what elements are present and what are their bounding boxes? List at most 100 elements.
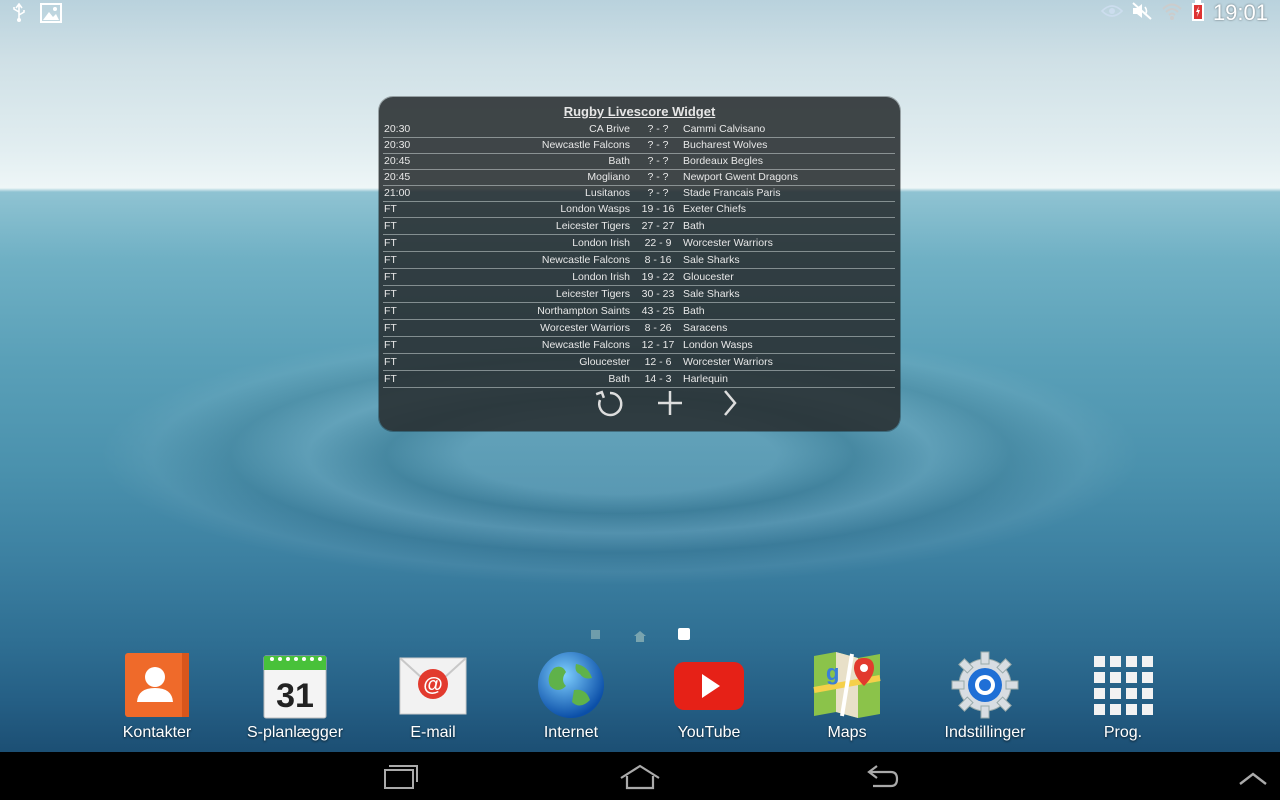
youtube-icon [674, 650, 744, 720]
expand-icon[interactable] [1228, 762, 1278, 792]
match-row[interactable]: FT Newcastle Falcons 8 - 16 Sale Sharks [383, 252, 895, 269]
match-score: 8 - 26 [644, 322, 672, 334]
match-row[interactable]: FT Northampton Saints 43 - 25 Bath [383, 303, 895, 320]
widget-title[interactable]: Rugby Livescore Widget [379, 104, 900, 119]
match-time: FT [384, 203, 397, 215]
match-score: 43 - 25 [641, 305, 675, 317]
smart-stay-eye-icon [1100, 3, 1124, 24]
app-label: Internet [543, 724, 599, 741]
add-icon[interactable] [653, 387, 687, 419]
away-team: Cammi Calvisano [683, 123, 766, 135]
email-icon: @ [398, 650, 468, 720]
away-team: Gloucester [683, 271, 734, 283]
refresh-icon[interactable] [593, 387, 627, 419]
page-dot-current[interactable] [678, 628, 690, 640]
match-row[interactable]: FT Newcastle Falcons 12 - 17 London Wasps [383, 337, 895, 354]
app-internet[interactable]: Internet [511, 650, 631, 742]
match-row[interactable]: FT Leicester Tigers 30 - 23 Sale Sharks [383, 286, 895, 303]
home-team: Bath [608, 155, 630, 167]
home-team: Newcastle Falcons [541, 139, 630, 151]
match-score: 12 - 6 [644, 356, 672, 368]
home-team: Gloucester [579, 356, 630, 368]
away-team: Bath [683, 220, 705, 232]
match-score: 19 - 22 [641, 271, 675, 283]
maps-icon: g [812, 650, 882, 720]
app-maps[interactable]: g Maps [787, 650, 907, 742]
app-label: S-planlægger [246, 724, 344, 741]
home-team: London Irish [572, 237, 630, 249]
match-score: 27 - 27 [641, 220, 675, 232]
next-icon[interactable] [713, 387, 747, 419]
match-row[interactable]: FT Bath 14 - 3 Harlequin [383, 371, 895, 388]
home-page-indicator [0, 628, 1280, 642]
match-row[interactable]: 21:00 Lusitanos ? - ? Stade Francais Paris [383, 185, 895, 202]
contacts-icon [122, 650, 192, 720]
away-team: Exeter Chiefs [683, 203, 747, 215]
match-row[interactable]: FT Worcester Warriors 8 - 26 Saracens [383, 320, 895, 337]
match-row[interactable]: FT Leicester Tigers 27 - 27 Bath [383, 218, 895, 235]
home-team: Bath [608, 373, 630, 385]
away-team: Stade Francais Paris [683, 187, 781, 199]
home-team: London Irish [572, 271, 630, 283]
match-time: FT [384, 288, 397, 300]
app-email[interactable]: @ E-mail [373, 650, 493, 742]
match-score: 12 - 17 [641, 339, 675, 351]
match-row[interactable]: 20:45 Mogliano ? - ? Newport Gwent Dragons [383, 169, 895, 186]
home-icon[interactable] [615, 762, 665, 792]
match-score: 14 - 3 [644, 373, 672, 385]
match-row[interactable]: 20:45 Bath ? - ? Bordeaux Begles [383, 153, 895, 170]
match-score: ? - ? [647, 139, 669, 151]
match-row[interactable]: FT London Irish 19 - 22 Gloucester [383, 269, 895, 286]
home-team: CA Brive [589, 123, 630, 135]
app-settings[interactable]: Indstillinger [925, 650, 1045, 742]
away-team: Saracens [683, 322, 728, 334]
match-time: FT [384, 220, 397, 232]
match-time: FT [384, 237, 397, 249]
image-icon [40, 3, 62, 28]
home-team: Lusitanos [585, 187, 630, 199]
widget-controls [379, 387, 900, 417]
mute-icon [1131, 1, 1153, 26]
calendar-icon: 31 [260, 650, 330, 720]
app-calendar[interactable]: 31 S-planlægger [235, 650, 355, 742]
home-team: Newcastle Falcons [541, 339, 630, 351]
recent-apps-icon[interactable] [375, 762, 425, 792]
app-label: Indstillinger [944, 724, 1026, 741]
match-time: FT [384, 373, 397, 385]
home-page-icon[interactable] [634, 629, 646, 642]
home-team: Newcastle Falcons [541, 254, 630, 266]
match-row[interactable]: FT London Wasps 19 - 16 Exeter Chiefs [383, 201, 895, 218]
away-team: Worcester Warriors [683, 237, 773, 249]
svg-text:31: 31 [276, 677, 314, 715]
away-team: Harlequin [683, 373, 728, 385]
app-label: Prog. [1103, 724, 1143, 741]
app-contacts[interactable]: Kontakter [97, 650, 217, 742]
app-drawer[interactable]: Prog. [1063, 650, 1183, 742]
app-label: Maps [827, 724, 867, 741]
match-time: 20:30 [384, 123, 411, 135]
app-label: YouTube [677, 724, 741, 741]
match-score: ? - ? [647, 171, 669, 183]
home-team: Northampton Saints [537, 305, 630, 317]
globe-icon [536, 650, 606, 720]
away-team: Sale Sharks [683, 288, 740, 300]
match-time: FT [384, 254, 397, 266]
match-score: 8 - 16 [644, 254, 672, 266]
rugby-livescore-widget[interactable]: Rugby Livescore Widget 20:30 CA Brive ? - … [379, 97, 900, 431]
app-dock: Kontakter 31 S-planlægger @ E-mail Inter… [0, 650, 1280, 750]
match-time: 20:45 [384, 171, 411, 183]
app-label: E-mail [410, 724, 456, 741]
match-row[interactable]: 20:30 CA Brive ? - ? Cammi Calvisano [383, 121, 895, 138]
match-row[interactable]: FT London Irish 22 - 9 Worcester Warriors [383, 235, 895, 252]
usb-icon [12, 2, 26, 28]
match-time: FT [384, 356, 397, 368]
match-time: 20:45 [384, 155, 411, 167]
match-row[interactable]: FT Gloucester 12 - 6 Worcester Warriors [383, 354, 895, 371]
match-row[interactable]: 20:30 Newcastle Falcons ? - ? Bucharest Wol… [383, 137, 895, 154]
away-team: Bucharest Wolves [683, 139, 768, 151]
match-time: FT [384, 305, 397, 317]
page-dot-1[interactable] [591, 630, 600, 639]
back-icon[interactable] [855, 762, 905, 792]
battery-charging-icon [1191, 0, 1205, 27]
app-youtube[interactable]: YouTube [649, 650, 769, 742]
